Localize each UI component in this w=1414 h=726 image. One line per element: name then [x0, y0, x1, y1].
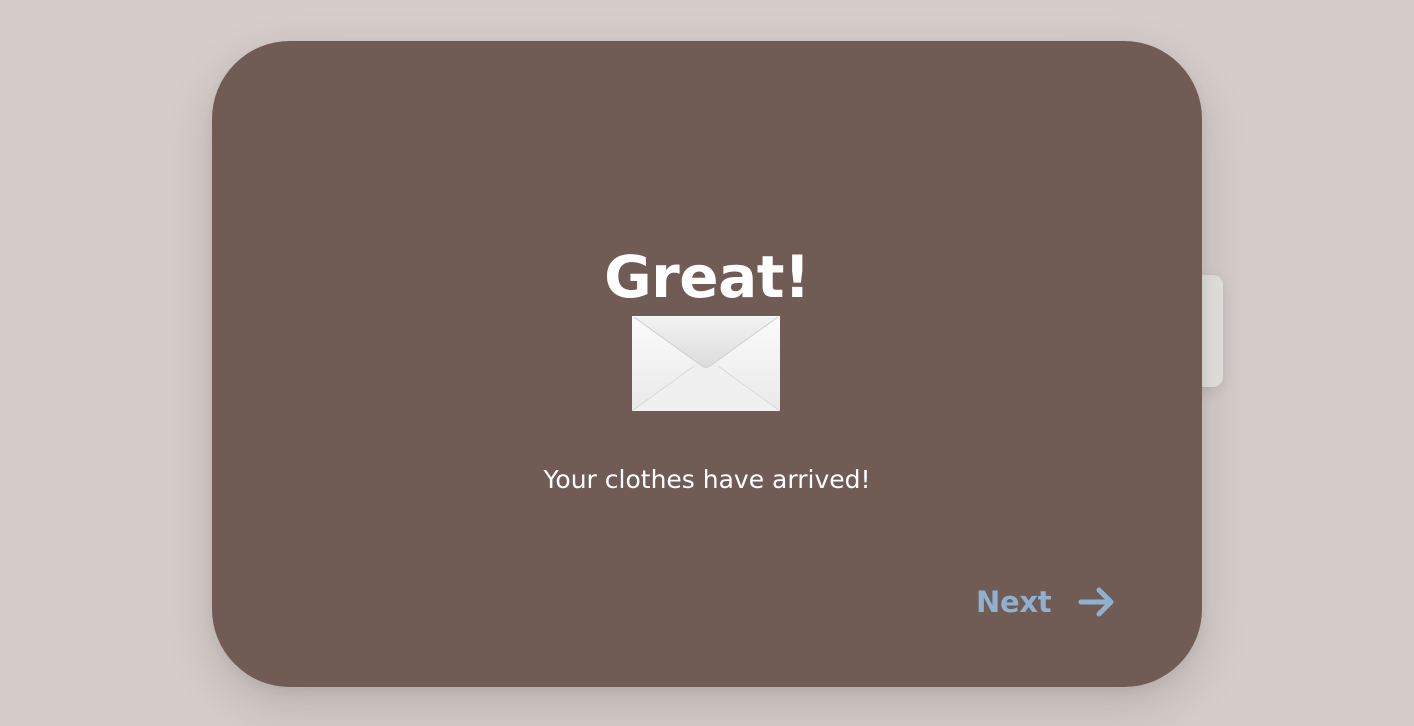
next-button[interactable]: Next — [966, 577, 1127, 627]
page-stage: Great! Your clothes have arrived! Next — [0, 0, 1414, 726]
dialog-title: Great! — [604, 243, 810, 311]
envelope-icon — [631, 316, 781, 412]
next-button-label: Next — [976, 585, 1052, 619]
arrow-right-icon — [1078, 587, 1114, 617]
arrival-message: Your clothes have arrived! — [543, 465, 871, 494]
notification-card: Great! Your clothes have arrived! Next — [212, 41, 1202, 687]
